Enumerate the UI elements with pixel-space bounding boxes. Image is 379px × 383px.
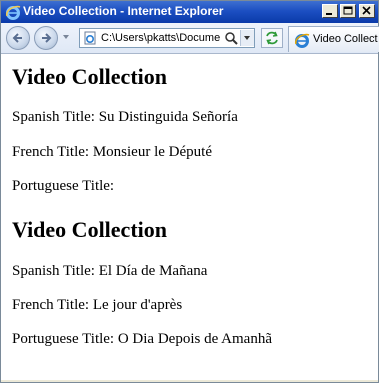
- french-title-line: French Title: Le jour d'après: [12, 297, 183, 313]
- back-button[interactable]: [6, 26, 30, 50]
- recent-pages-dropdown-icon[interactable]: [63, 35, 69, 39]
- browser-window: Video Collection - Internet Explorer C:\…: [0, 0, 379, 383]
- maximize-button[interactable]: [340, 4, 356, 18]
- address-input[interactable]: C:\Users\pkatts\Docume: [101, 32, 223, 44]
- refresh-icon: [266, 31, 278, 45]
- tab-title: Video Collect: [313, 33, 378, 45]
- title-bar[interactable]: Video Collection - Internet Explorer: [1, 1, 378, 23]
- page-content: Video Collection Spanish Title: Su Disti…: [1, 54, 378, 380]
- window-title: Video Collection - Internet Explorer: [23, 4, 224, 18]
- page-icon: [83, 31, 97, 50]
- internet-explorer-icon: [294, 32, 310, 53]
- close-button[interactable]: [359, 4, 375, 18]
- navigation-toolbar: C:\Users\pkatts\Docume Video Collect: [1, 23, 379, 54]
- portuguese-title-line: Portuguese Title:: [12, 178, 115, 194]
- forward-arrow-icon: [42, 33, 52, 43]
- forward-button[interactable]: [34, 26, 58, 50]
- french-title-line: French Title: Monsieur le Député: [12, 144, 212, 160]
- portuguese-title-line: Portuguese Title: O Dia Depois de Amanhã: [12, 331, 272, 347]
- section-heading: Video Collection: [12, 64, 167, 89]
- back-arrow-icon: [12, 33, 22, 43]
- spanish-title-line: Spanish Title: Su Distinguida Señoría: [12, 109, 238, 125]
- spanish-title-line: Spanish Title: El Día de Mañana: [12, 263, 208, 279]
- tab-video-collection[interactable]: Video Collect: [288, 26, 379, 52]
- search-icon[interactable]: [224, 31, 238, 50]
- internet-explorer-icon: [5, 4, 21, 20]
- address-dropdown-button[interactable]: [240, 30, 254, 46]
- minimize-button[interactable]: [322, 4, 338, 18]
- address-bar[interactable]: C:\Users\pkatts\Docume: [79, 28, 255, 48]
- refresh-button[interactable]: [261, 28, 283, 48]
- section-heading: Video Collection: [12, 217, 167, 242]
